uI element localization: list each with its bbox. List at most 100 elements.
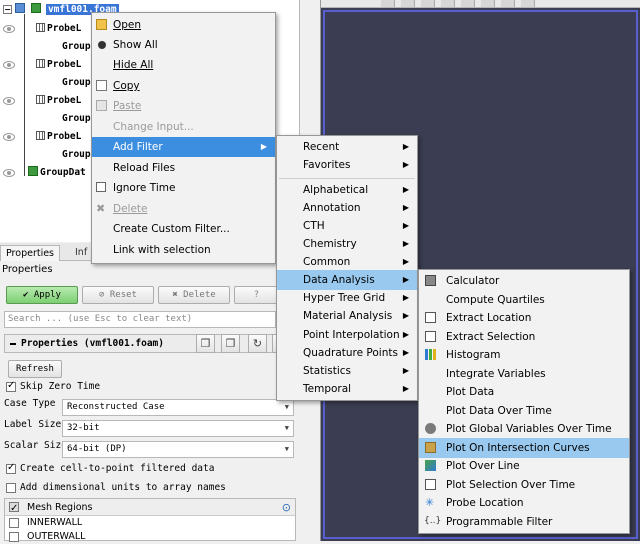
submenu-item-hyper-tree-grid[interactable]: Hyper Tree Grid ▶	[277, 288, 417, 308]
case-type-select[interactable]: Reconstructed Case	[62, 399, 294, 416]
toolbar-button[interactable]	[421, 0, 435, 7]
submenu-item-cth[interactable]: CTH ▶	[277, 216, 417, 236]
toolbar-button[interactable]	[481, 0, 495, 7]
help-button[interactable]: ?	[234, 286, 279, 304]
menu-item-paste[interactable]: Paste	[92, 96, 275, 116]
tree-item-probe[interactable]: ProbeL	[36, 94, 81, 108]
refresh-icon[interactable]: ↻	[248, 334, 267, 353]
tab-properties[interactable]: Properties	[0, 245, 61, 261]
plot-over-line-icon	[425, 460, 436, 471]
filter-item-programmable-filter[interactable]: {..} Programmable Filter	[419, 512, 629, 532]
eye-icon[interactable]	[3, 61, 15, 69]
filter-item-plot-data[interactable]: Plot Data	[419, 382, 629, 402]
toolbar-button[interactable]	[501, 0, 515, 7]
refresh-button[interactable]: Refresh	[8, 360, 62, 378]
tree-item-probe[interactable]: ProbeL	[36, 22, 81, 36]
menu-item-add-filter[interactable]: Add Filter ▶	[92, 137, 275, 157]
toolbar-button[interactable]	[521, 0, 535, 7]
menu-item-change-input[interactable]: Change Input...	[92, 117, 275, 137]
filter-item-plot-on-intersection-curves[interactable]: Plot On Intersection Curves	[419, 437, 629, 458]
toolbar-button[interactable]	[381, 0, 395, 7]
filter-item-extract-selection[interactable]: Extract Selection	[419, 327, 629, 347]
reset-button[interactable]: ⊘ Reset	[82, 286, 154, 304]
submenu-item-statistics[interactable]: Statistics ▶	[277, 361, 417, 381]
submenu-item-chemistry[interactable]: Chemistry ▶	[277, 234, 417, 254]
filter-item-extract-location[interactable]: Extract Location	[419, 308, 629, 328]
menu-item-ignore-time[interactable]: Ignore Time	[92, 178, 275, 198]
filter-item-histogram[interactable]: Histogram	[419, 345, 629, 365]
menu-item-reload-files[interactable]: Reload Files	[92, 158, 275, 178]
eye-icon[interactable]	[3, 133, 15, 141]
mesh-regions-table[interactable]: Mesh Regions ⊙ INNERWALL OUTERWALL	[4, 498, 296, 544]
eye-icon[interactable]	[3, 169, 15, 177]
skip-zero-time-checkbox[interactable]	[6, 380, 16, 392]
menu-item-label: Add Filter	[113, 141, 163, 153]
menu-item-link-with-selection[interactable]: Link with selection	[92, 240, 275, 260]
scalar-size-select[interactable]: 64-bit (DP)	[62, 441, 294, 458]
search-input[interactable]: Search ... (use Esc to clear text)	[4, 311, 276, 328]
tree-item-group[interactable]: Group	[62, 112, 91, 126]
mesh-region-checkbox[interactable]	[9, 518, 19, 528]
menu-item-copy[interactable]: Copy	[92, 76, 275, 96]
submenu-item-label: Alphabetical	[303, 184, 369, 196]
submenu-item-temporal[interactable]: Temporal ▶	[277, 379, 417, 399]
collapse-icon[interactable]: −	[3, 5, 12, 14]
eye-icon[interactable]	[3, 25, 15, 33]
mesh-region-row[interactable]: OUTERWALL	[5, 530, 295, 544]
submenu-item-recent[interactable]: Recent ▶	[277, 137, 417, 157]
menu-item-hide-all[interactable]: Hide All	[92, 55, 275, 75]
cell-to-point-checkbox[interactable]	[6, 462, 16, 474]
filter-item-calculator[interactable]: Calculator	[419, 271, 629, 291]
submenu-item-label: Recent	[303, 141, 340, 153]
copy-icon[interactable]: ❐	[196, 334, 215, 353]
mesh-regions-header[interactable]: Mesh Regions ⊙	[5, 499, 295, 517]
menu-item-create-custom-filter[interactable]: Create Custom Filter...	[92, 219, 275, 239]
filter-item-probe-location[interactable]: ✳ Probe Location	[419, 493, 629, 513]
filter-item-label: Integrate Variables	[446, 367, 546, 380]
menu-item-delete[interactable]: ✖ Delete	[92, 199, 275, 219]
tree-item-label: Group	[62, 149, 91, 160]
toolbar-button[interactable]	[401, 0, 415, 7]
label-size-select[interactable]: 32-bit	[62, 420, 294, 437]
tree-item-group[interactable]: Group	[62, 40, 91, 54]
dimensional-units-checkbox[interactable]	[6, 483, 16, 493]
reset-icon: ⊘	[99, 290, 110, 300]
submenu-item-point-interpolation[interactable]: Point Interpolation ▶	[277, 325, 417, 345]
filter-item-plot-selection-over-time[interactable]: Plot Selection Over Time	[419, 475, 629, 495]
filter-item-plot-over-line[interactable]: Plot Over Line	[419, 456, 629, 476]
filter-item-label: Probe Location	[446, 497, 524, 509]
select-all-checkbox[interactable]	[9, 500, 19, 517]
tree-item-group[interactable]: Group	[62, 148, 91, 162]
submenu-item-label: Temporal	[303, 383, 352, 395]
tree-item-probe[interactable]: ProbeL	[36, 58, 81, 72]
settings-icon[interactable]: ⊙	[282, 499, 291, 516]
tab-information[interactable]: Inf	[70, 245, 92, 261]
tree-item-group-data[interactable]: GroupDat	[28, 166, 86, 180]
tree-item-probe[interactable]: ProbeL	[36, 130, 81, 144]
menu-item-show-all[interactable]: Show All	[92, 35, 275, 55]
eye-icon[interactable]	[15, 3, 26, 13]
submenu-item-favorites[interactable]: Favorites ▶	[277, 155, 417, 175]
filter-item-integrate-variables[interactable]: Integrate Variables	[419, 364, 629, 384]
submenu-item-data-analysis[interactable]: Data Analysis ▶	[277, 270, 417, 290]
delete-button[interactable]: ✖ Delete	[158, 286, 230, 304]
filter-item-plot-global-variables[interactable]: Plot Global Variables Over Time	[419, 419, 629, 439]
toolbar-button[interactable]	[441, 0, 455, 7]
tree-item-label: ProbeL	[47, 131, 82, 142]
mesh-region-row[interactable]: INNERWALL	[5, 516, 295, 530]
tree-item-group[interactable]: Group	[62, 76, 91, 90]
submenu-item-common[interactable]: Common ▶	[277, 252, 417, 272]
submenu-item-material-analysis[interactable]: Material Analysis ▶	[277, 306, 417, 326]
apply-button[interactable]: ✔ Apply	[6, 286, 78, 304]
tree-item-label: GroupDat	[40, 167, 86, 178]
menu-item-open[interactable]: Open	[92, 15, 275, 35]
submenu-item-quadrature-points[interactable]: Quadrature Points ▶	[277, 343, 417, 363]
eye-icon[interactable]	[3, 97, 15, 105]
menu-item-label: Show All	[113, 39, 158, 51]
submenu-item-alphabetical[interactable]: Alphabetical ▶	[277, 180, 417, 200]
toolbar-button[interactable]	[461, 0, 475, 7]
filter-item-compute-quartiles[interactable]: Compute Quartiles	[419, 290, 629, 310]
submenu-item-annotation[interactable]: Annotation ▶	[277, 198, 417, 218]
filter-item-plot-data-over-time[interactable]: Plot Data Over Time	[419, 401, 629, 421]
paste-icon[interactable]: ❐	[221, 334, 240, 353]
